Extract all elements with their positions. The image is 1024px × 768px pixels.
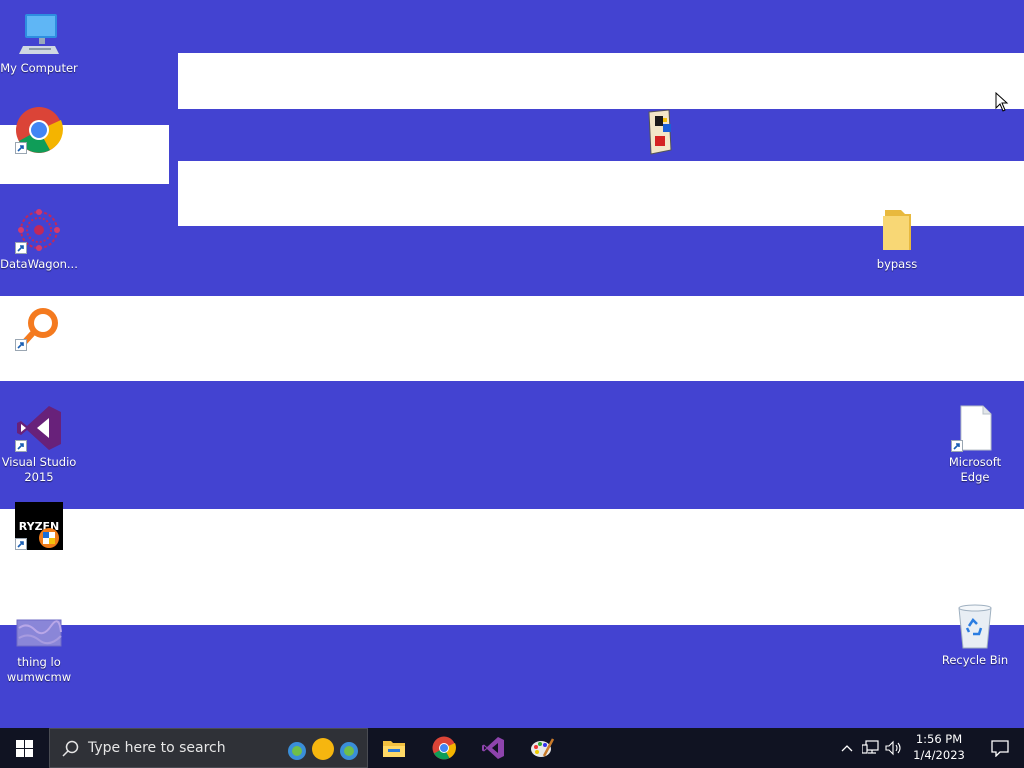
desktop-icon-bypass-folder[interactable]: bypass — [858, 206, 936, 272]
desktop-band — [0, 509, 1024, 625]
start-button[interactable] — [0, 728, 48, 768]
volume-icon — [885, 740, 901, 756]
taskbar-search-box[interactable]: Type here to search — [49, 728, 368, 768]
chrome-icon — [15, 106, 63, 154]
search-placeholder: Type here to search — [88, 740, 226, 756]
shortcut-arrow-icon — [15, 242, 27, 254]
chrome-icon — [432, 736, 456, 760]
taskbar: Type here to search 1:56 PM 1/4/2023 — [0, 728, 1024, 768]
desktop-icon-label: Visual Studio 2015 — [1, 455, 77, 484]
desktop-icon-datawagon[interactable]: DataWagon... — [0, 206, 78, 272]
file-explorer-icon — [383, 741, 405, 757]
desktop-icon-label: Microsoft Edge — [948, 455, 1002, 484]
taskbar-app-visual-studio[interactable] — [469, 728, 517, 768]
clock-time: 1:56 PM — [915, 732, 963, 746]
shortcut-arrow-icon — [15, 538, 27, 550]
image-file-icon — [15, 604, 63, 652]
notification-center-button[interactable] — [978, 728, 1024, 768]
chevron-up-icon — [841, 745, 853, 752]
taskbar-clock[interactable]: 1:56 PM 1/4/2023 — [906, 731, 972, 763]
taskbar-app-file-explorer[interactable] — [370, 728, 418, 768]
network-icon — [862, 740, 879, 754]
desktop-band — [0, 296, 1024, 381]
tray-network[interactable] — [860, 728, 882, 768]
paint-icon — [531, 738, 554, 757]
blank-file-icon — [951, 404, 999, 452]
visual-studio-icon — [482, 737, 504, 759]
taskbar-app-chrome[interactable] — [420, 728, 468, 768]
shortcut-arrow-icon — [15, 440, 27, 452]
ryzen-icon: RYZEN — [15, 502, 63, 550]
desktop-icon-label: thing lo wumwcmw — [6, 655, 72, 684]
visual-studio-icon — [15, 404, 63, 452]
desktop-icon-my-computer[interactable]: My Computer — [0, 10, 78, 76]
folder-icon — [873, 206, 921, 254]
desktop-icon-label: bypass — [876, 257, 918, 271]
desktop-icon-label: DataWagon... — [0, 257, 78, 271]
desktop-icon-label: My Computer — [0, 61, 78, 75]
recycle-bin-icon — [951, 602, 999, 650]
desktop-icon-recycle-bin[interactable]: Recycle Bin — [936, 602, 1014, 668]
desktop-icon-ryzen-master[interactable]: RYZEN — [0, 502, 78, 553]
desktop-icon-book-app[interactable] — [620, 108, 698, 159]
search-icon — [62, 740, 79, 757]
shortcut-arrow-icon — [951, 440, 963, 452]
shortcut-arrow-icon — [15, 339, 27, 351]
clock-date: 1/4/2023 — [913, 748, 965, 762]
book-icon — [635, 108, 683, 156]
desktop-icon-label: Recycle Bin — [941, 653, 1009, 667]
computer-icon — [15, 10, 63, 58]
desktop-icon-thing-file[interactable]: thing lo wumwcmw — [0, 604, 78, 685]
magnifier-icon — [15, 303, 63, 351]
desktop-band — [178, 53, 1024, 109]
windows-logo-icon — [16, 740, 33, 757]
desktop-icon-visual-studio[interactable]: Visual Studio 2015 — [0, 404, 78, 485]
notification-icon — [991, 740, 1009, 757]
desktop-icon-microsoft-edge[interactable]: Microsoft Edge — [936, 404, 1014, 485]
taskbar-app-paint[interactable] — [518, 728, 566, 768]
shortcut-arrow-icon — [15, 142, 27, 154]
desktop-icon-orange-search[interactable] — [0, 303, 78, 354]
desktop-icon-chrome[interactable] — [0, 106, 78, 157]
tray-volume[interactable] — [884, 728, 904, 768]
search-highlight-art-icon — [288, 738, 358, 760]
tray-show-hidden-icons[interactable] — [838, 728, 856, 768]
datawagon-icon — [15, 206, 63, 254]
mouse-cursor-icon — [995, 91, 1009, 116]
